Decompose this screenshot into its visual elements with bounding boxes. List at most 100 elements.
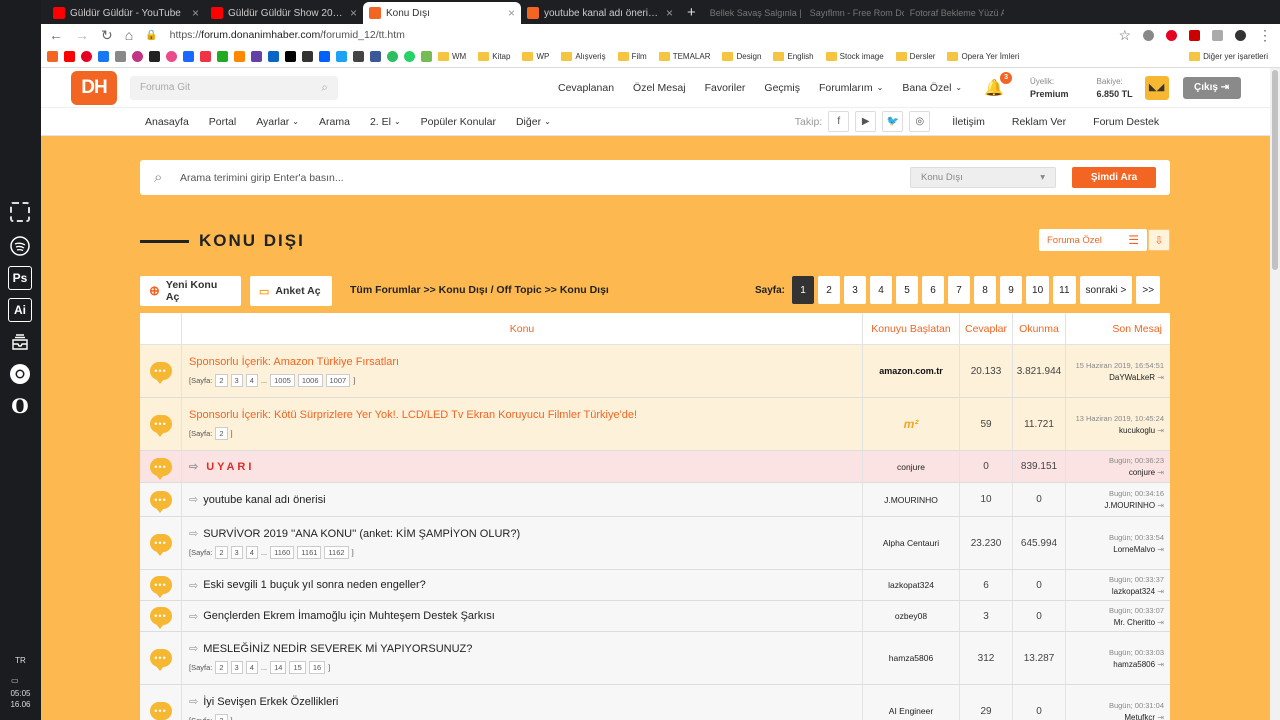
- scrollbar-thumb[interactable]: [1272, 70, 1278, 270]
- search-button[interactable]: Şimdi Ara: [1072, 167, 1156, 188]
- topic-page-link[interactable]: 4: [245, 661, 258, 674]
- topic-page-link[interactable]: 2: [215, 661, 228, 674]
- instagram-icon[interactable]: ◎: [909, 111, 931, 132]
- goto-last-icon[interactable]: ⇥: [1157, 618, 1164, 627]
- bookmark-icon[interactable]: [64, 51, 75, 62]
- topic-title-link[interactable]: ⇨ İyi Sevişen Erkek Özellikleri: [189, 695, 855, 709]
- page-button[interactable]: 3: [844, 276, 867, 304]
- youtube-icon[interactable]: ▶: [855, 111, 877, 132]
- topic-title-link[interactable]: ⇨ MESLEĞİNİZ NEDİR SEVEREK Mİ YAPIYORSUNU…: [189, 642, 855, 656]
- next-page-button[interactable]: sonraki >: [1079, 276, 1133, 304]
- bookmark-icon[interactable]: [404, 51, 415, 62]
- nav-populer-konular[interactable]: Popüler Konular: [421, 116, 496, 128]
- bookmark-icon[interactable]: [217, 51, 228, 62]
- topic-title-link[interactable]: ⇨ Eski sevgili 1 buçuk yıl sonra neden en…: [189, 579, 855, 592]
- header-replies[interactable]: Cevaplar: [959, 313, 1012, 344]
- forum-goto-input[interactable]: Foruma Git ⌕: [130, 75, 338, 100]
- nav-iletisim[interactable]: İletişim: [952, 116, 985, 128]
- topic-page-link[interactable]: 4: [245, 546, 258, 559]
- topic-starter[interactable]: AI Engineer: [889, 706, 933, 716]
- topic-page-link[interactable]: 4: [245, 373, 258, 387]
- topic-starter[interactable]: ozbey08: [895, 611, 927, 621]
- topic-page-link[interactable]: 3: [230, 546, 243, 559]
- bookmark-icon[interactable]: [166, 51, 177, 62]
- nav-cevaplanan[interactable]: Cevaplanan: [558, 82, 614, 94]
- bookmark-folder[interactable]: English: [773, 52, 814, 61]
- bookmark-icon[interactable]: [200, 51, 211, 62]
- bookmark-icon[interactable]: [370, 51, 381, 62]
- topic-page-link[interactable]: 1160: [270, 546, 295, 559]
- topic-page-link[interactable]: 2: [215, 546, 228, 559]
- search-icon[interactable]: ⌕: [321, 80, 328, 95]
- browser-tab[interactable]: Sayıflmn - Free Rom Dow: [804, 2, 904, 24]
- bookmark-icon[interactable]: [268, 51, 279, 62]
- topic-title-link[interactable]: Sponsorlu İçerik: Amazon Türkiye Fırsatl…: [189, 356, 855, 368]
- topic-page-link[interactable]: 1162: [324, 546, 349, 559]
- last-message-user[interactable]: Mr. Cheritto ⇥: [1114, 618, 1164, 627]
- topic-page-link[interactable]: 3: [230, 661, 243, 674]
- nav-diger[interactable]: Diğer ⌄: [516, 116, 551, 128]
- browser-tab[interactable]: youtube kanal adı önerisi » Sayfa 1 ×: [521, 2, 679, 24]
- topic-page-link[interactable]: 15: [289, 661, 306, 674]
- browser-tab-active[interactable]: Konu Dışı ×: [363, 2, 521, 24]
- page-button[interactable]: 11: [1053, 276, 1076, 304]
- last-message-user[interactable]: DaYWaLkeR ⇥: [1109, 373, 1164, 382]
- bookmark-folder[interactable]: Stock image: [825, 52, 884, 61]
- sponsor-logo[interactable]: m²: [904, 417, 919, 431]
- topic-page-link[interactable]: 1006: [297, 373, 323, 387]
- browser-tab[interactable]: Güldür Güldür Show 204.Bölüm (Tek ×: [205, 2, 363, 24]
- last-message-user[interactable]: Metufkcr ⇥: [1124, 713, 1164, 720]
- page-scrollbar[interactable]: [1270, 68, 1280, 720]
- topic-title-link[interactable]: ⇨ Gençlerden Ekrem İmamoğlu için Muhteşem…: [189, 610, 855, 623]
- close-tab-icon[interactable]: ×: [192, 6, 199, 20]
- topic-starter[interactable]: conjure: [897, 462, 925, 472]
- last-message-user[interactable]: lazkopat324 ⇥: [1112, 587, 1164, 596]
- topic-starter[interactable]: Alpha Centauri: [883, 538, 939, 548]
- bookmark-folder[interactable]: Alışveriş: [561, 52, 606, 61]
- table-row[interactable]: ••• ⇨ MESLEĞİNİZ NEDİR SEVEREK Mİ YAPIYORS…: [140, 632, 1170, 685]
- nav-forum-destek[interactable]: Forum Destek: [1093, 116, 1159, 128]
- spotify-icon[interactable]: [8, 234, 32, 258]
- illustrator-icon[interactable]: Ai: [8, 298, 32, 322]
- bookmark-folder[interactable]: Opera Yer İmleri: [947, 52, 1019, 61]
- nav-forumlarim[interactable]: Forumlarım ⌄: [819, 82, 883, 94]
- sort-select[interactable]: Foruma Özel ☰: [1039, 229, 1147, 251]
- extension-icon[interactable]: [1189, 29, 1200, 41]
- nav-bana-ozel[interactable]: Bana Özel ⌄: [902, 82, 962, 94]
- page-button[interactable]: 10: [1026, 276, 1050, 304]
- pinterest-icon[interactable]: [1166, 29, 1177, 41]
- header-konu[interactable]: Konu: [181, 313, 862, 344]
- goto-last-icon[interactable]: ⇥: [1157, 545, 1164, 554]
- page-button[interactable]: 9: [1000, 276, 1023, 304]
- nav-ikinci-el[interactable]: 2. El ⌄: [370, 116, 401, 128]
- twitter-icon[interactable]: 🐦: [882, 111, 904, 132]
- clock-time[interactable]: 05:05: [0, 689, 41, 698]
- bookmark-icon[interactable]: [336, 51, 347, 62]
- header-starter[interactable]: Konuyu Başlatan: [862, 313, 959, 344]
- browser-tab[interactable]: Güldür Güldür - YouTube ×: [47, 2, 205, 24]
- table-row[interactable]: ••• ⇨ İyi Sevişen Erkek Özellikleri [Sayfa:…: [140, 685, 1170, 720]
- goto-last-icon[interactable]: ⇥: [1157, 587, 1164, 596]
- bookmark-icon[interactable]: [149, 51, 160, 62]
- search-input[interactable]: Arama terimini girip Enter'a basın...: [180, 172, 910, 184]
- nav-anasayfa[interactable]: Anasayfa: [145, 116, 189, 128]
- reload-icon[interactable]: ↻: [101, 27, 113, 44]
- last-message-user[interactable]: J.MOURINHO ⇥: [1104, 501, 1164, 510]
- lock-icon[interactable]: 🔒: [145, 30, 157, 41]
- goto-last-icon[interactable]: ⇥: [1157, 373, 1164, 382]
- close-tab-icon[interactable]: ×: [508, 6, 515, 20]
- bookmark-icon[interactable]: [251, 51, 262, 62]
- last-message-user[interactable]: hamza5806 ⇥: [1113, 660, 1164, 669]
- home-icon[interactable]: ⌂: [125, 27, 133, 43]
- table-row[interactable]: ••• ⇨ youtube kanal adı önerisi J.MOURINHO 1…: [140, 483, 1170, 517]
- extension-icon[interactable]: [1143, 29, 1154, 41]
- nav-favoriler[interactable]: Favoriler: [705, 82, 746, 94]
- url-field[interactable]: https://forum.donanimhaber.com/forumid_1…: [170, 26, 1107, 44]
- bookmark-icon[interactable]: [183, 51, 194, 62]
- bookmark-icon[interactable]: [285, 51, 296, 62]
- topic-page-link[interactable]: 2: [215, 426, 228, 440]
- facebook-icon[interactable]: f: [828, 111, 850, 132]
- table-row[interactable]: ••• ⇨ UYARI conjure 0 839.151 Bugün; 00:36:23 c…: [140, 451, 1170, 483]
- topic-page-link[interactable]: 3: [230, 373, 243, 387]
- inbox-icon[interactable]: [8, 330, 32, 354]
